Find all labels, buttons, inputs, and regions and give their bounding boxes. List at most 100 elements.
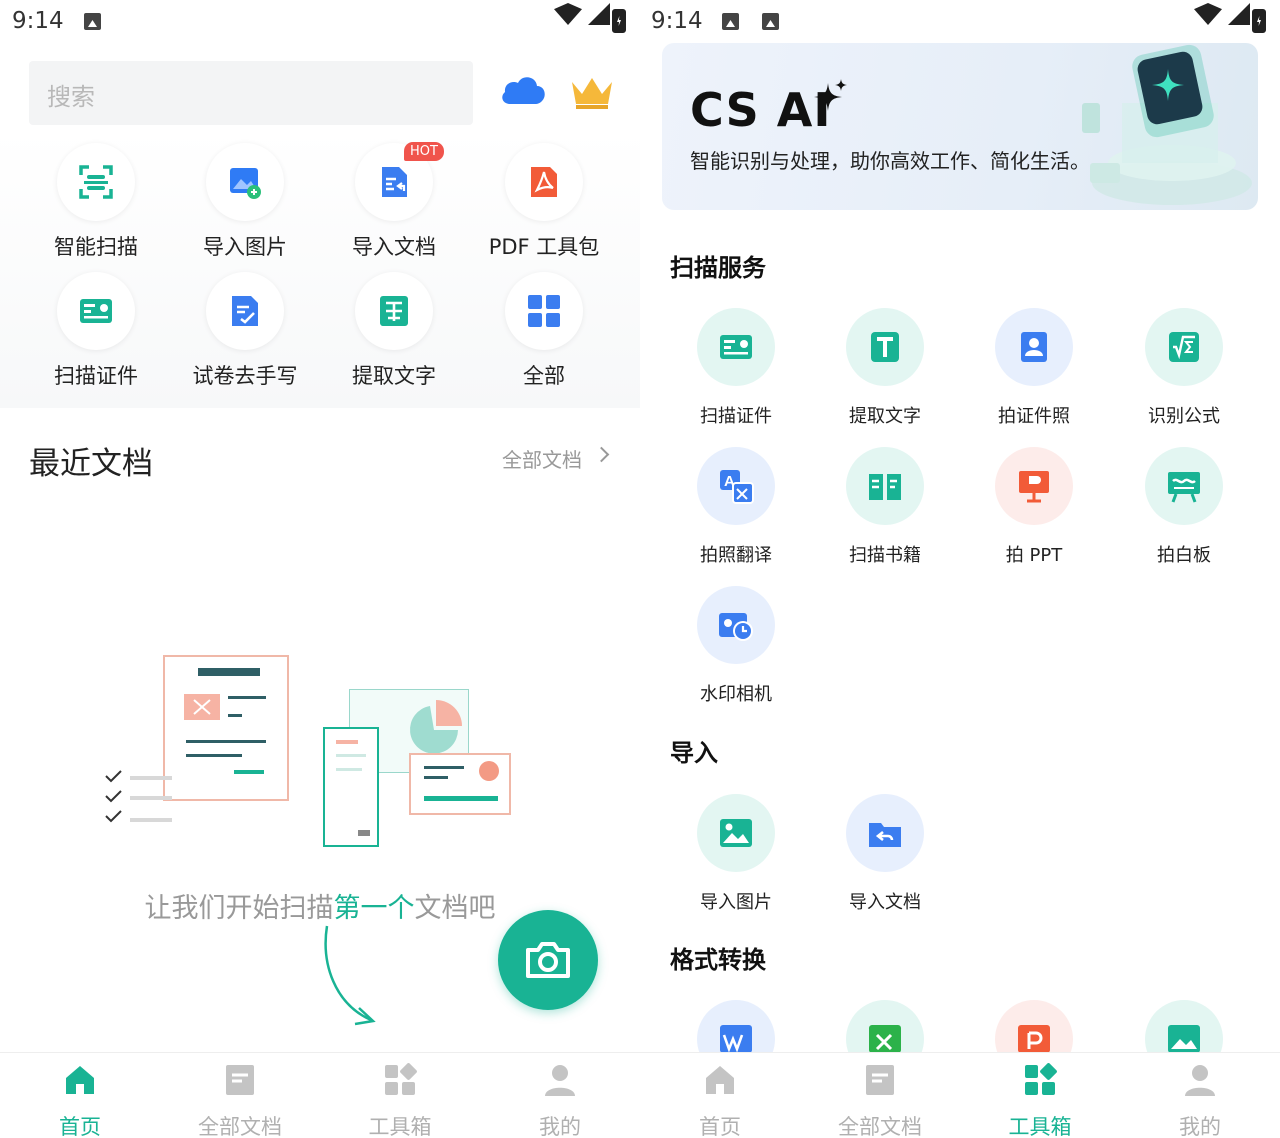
tool-import-image[interactable]: 导入图片 (170, 143, 320, 261)
id-card-icon (697, 308, 775, 386)
tool-label: 拍照翻译 (700, 545, 772, 566)
toolbox-icon (385, 1063, 417, 1095)
ppt-capture-icon (995, 447, 1073, 525)
tool-id-photo[interactable]: 拍证件照 (959, 308, 1109, 428)
tab-home[interactable]: 首页 (640, 1053, 800, 1138)
chevron-right-icon[interactable] (593, 446, 610, 463)
section-title-import: 导入 (670, 739, 718, 767)
import-image-icon (697, 794, 775, 872)
extract-text-icon (355, 272, 433, 350)
tool-whiteboard[interactable]: 拍白板 (1109, 447, 1259, 567)
tool-label: 导入文档 (849, 892, 921, 913)
hot-badge: HOT (404, 142, 444, 161)
tool-import-doc[interactable]: 导入文档 (319, 143, 469, 261)
import-doc-icon (846, 794, 924, 872)
tool-id-card[interactable]: 扫描证件 (21, 272, 171, 390)
tool-book-scan[interactable]: 扫描书籍 (810, 447, 960, 567)
documents-icon (866, 1065, 894, 1095)
tool-label: 扫描书籍 (849, 545, 921, 566)
search-input[interactable]: 搜索 (29, 61, 473, 125)
search-placeholder: 搜索 (47, 83, 95, 111)
tab-all-docs[interactable]: 全部文档 (800, 1053, 960, 1138)
tool-smart-scan[interactable]: 智能扫描 (21, 143, 171, 261)
signal-icon (1228, 3, 1250, 25)
tool-formula[interactable]: 识别公式 (1109, 308, 1259, 428)
battery-icon (612, 9, 626, 33)
whiteboard-icon (1145, 447, 1223, 525)
tool-label: 拍 PPT (1005, 545, 1063, 566)
tool-label: 拍白板 (1157, 545, 1211, 566)
extract-text-icon (846, 308, 924, 386)
status-time: 9:14 (651, 8, 703, 34)
documents-icon (226, 1065, 254, 1095)
tool-translate[interactable]: A 拍照翻译 (661, 447, 811, 567)
hint-arrow-icon (324, 925, 376, 1026)
signal-icon (588, 3, 610, 25)
tool-extract-text[interactable]: 提取文字 (810, 308, 960, 428)
home-icon (66, 1066, 94, 1094)
tool-watermark-camera[interactable]: 水印相机 (661, 586, 811, 706)
recent-docs-title: 最近文档 (29, 446, 153, 482)
tab-toolbox[interactable]: 工具箱 (960, 1053, 1120, 1138)
banner-title: CS AI (690, 83, 832, 137)
tool-label: 水印相机 (700, 684, 772, 705)
profile-icon (1185, 1065, 1215, 1096)
tool-label: 拍证件照 (998, 406, 1070, 427)
watermark-camera-icon (697, 586, 775, 664)
notification-icon (762, 13, 779, 30)
camera-icon (526, 942, 570, 978)
status-bar: 9:14 (0, 0, 640, 44)
empty-state-illustration (105, 655, 511, 847)
formula-icon (1145, 308, 1223, 386)
toolbox-screen: 9:14 CS AI 智能识别与处理，助你高效工作、简化生活。 扫描服务 扫描证… (640, 0, 1280, 1138)
tool-label: 试卷去手写 (192, 364, 298, 388)
section-title-scan: 扫描服务 (670, 254, 766, 282)
cloud-sync-icon[interactable] (500, 74, 546, 106)
translate-icon: A (697, 447, 775, 525)
all-docs-link[interactable]: 全部文档 (502, 444, 582, 473)
battery-icon (1252, 9, 1266, 33)
pdf-toolkit-icon (505, 143, 583, 221)
tool-all[interactable]: 全部 (469, 272, 619, 390)
banner-subtitle: 智能识别与处理，助你高效工作、简化生活。 (690, 149, 1090, 173)
sparkle-icon (814, 79, 847, 111)
tool-label: 导入文档 (352, 235, 436, 259)
tool-label: 导入图片 (700, 892, 772, 913)
camera-scan-button[interactable] (498, 910, 598, 1010)
tool-label: 扫描证件 (54, 364, 138, 388)
status-time: 9:14 (12, 8, 64, 34)
book-scan-icon (846, 447, 924, 525)
tool-pdf-toolkit[interactable]: PDF 工具包 (469, 143, 619, 261)
gallery-notification-icon (722, 13, 739, 30)
home-screen: 9:14 搜索 智能扫描 导入图片 导入文档 HOT PDF 工具包 扫描证件 … (0, 0, 640, 1138)
all-tools-icon (505, 272, 583, 350)
toolbox-icon (1025, 1063, 1057, 1095)
tool-label: 智能扫描 (54, 235, 138, 259)
tab-home[interactable]: 首页 (0, 1053, 160, 1138)
bottom-tab-bar: 首页 全部文档 工具箱 我的 (640, 1052, 1280, 1138)
tab-all-docs[interactable]: 全部文档 (160, 1053, 320, 1138)
smart-scan-icon (57, 143, 135, 221)
notification-icon (84, 13, 101, 30)
tool-remove-handwriting[interactable]: 试卷去手写 (170, 272, 320, 390)
tab-profile[interactable]: 我的 (1120, 1053, 1280, 1138)
tool-import-doc[interactable]: 导入文档 (810, 794, 960, 914)
tool-label: 全部 (523, 364, 565, 388)
home-icon (706, 1066, 734, 1094)
remove-handwriting-icon (206, 272, 284, 350)
tool-id-card[interactable]: 扫描证件 (661, 308, 811, 428)
tool-import-image[interactable]: 导入图片 (661, 794, 811, 914)
tool-label: 扫描证件 (700, 406, 772, 427)
id-photo-icon (995, 308, 1073, 386)
wifi-icon (1194, 3, 1222, 25)
tool-ppt-capture[interactable]: 拍 PPT (959, 447, 1109, 567)
tab-profile[interactable]: 我的 (480, 1053, 640, 1138)
tab-toolbox[interactable]: 工具箱 (320, 1053, 480, 1138)
import-image-icon (206, 143, 284, 221)
tool-label: PDF 工具包 (488, 235, 600, 259)
premium-crown-icon[interactable] (570, 74, 614, 110)
cs-ai-banner[interactable]: CS AI 智能识别与处理，助你高效工作、简化生活。 (662, 43, 1258, 210)
ai-hologram-illustration (1082, 44, 1252, 205)
tool-extract-text[interactable]: 提取文字 (319, 272, 469, 390)
bottom-tab-bar: 首页 全部文档 工具箱 我的 (0, 1052, 640, 1138)
